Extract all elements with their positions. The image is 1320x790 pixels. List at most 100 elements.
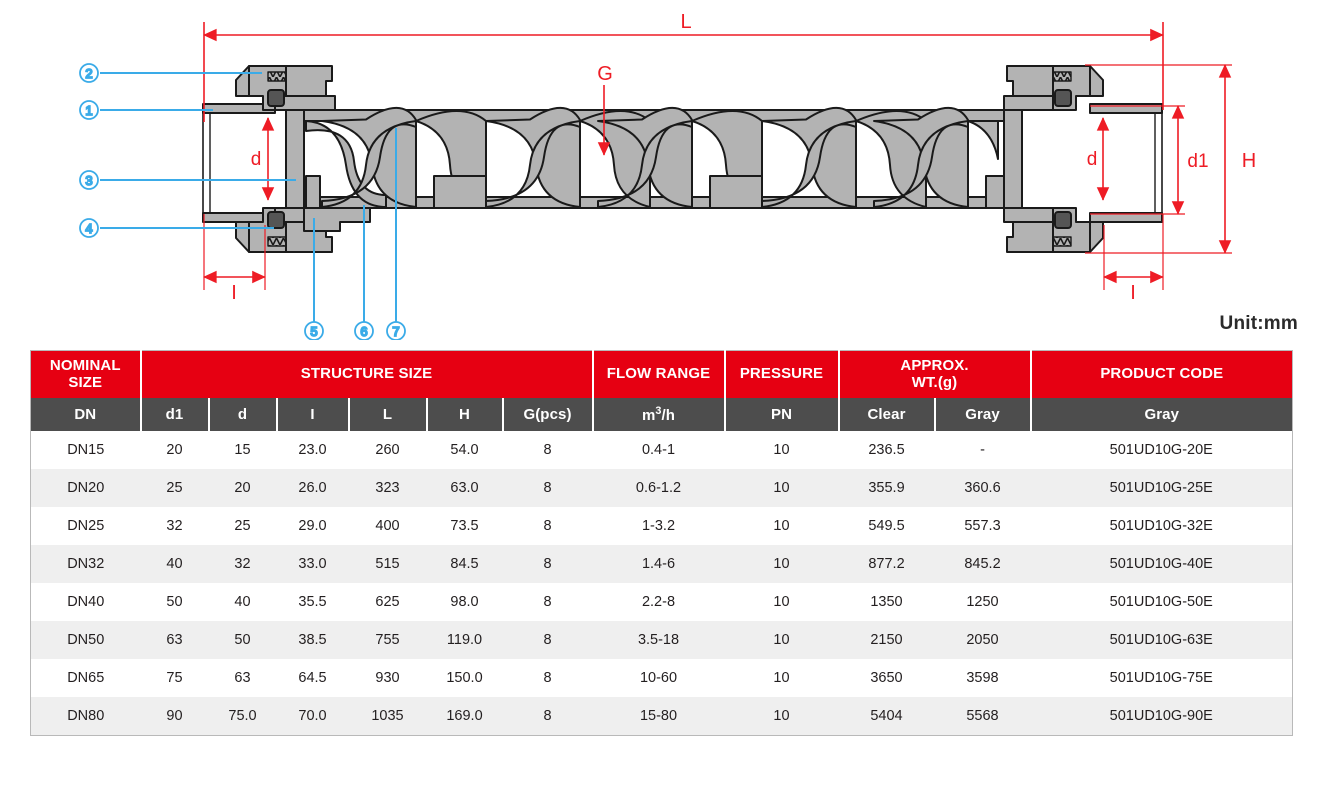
table-row: DN50 63 50 38.5 755 119.0 8 3.5-18 10 2150 2050 501…	[30, 621, 1293, 659]
callout-label-6: 6	[360, 324, 367, 339]
subheader-clear: Clear	[838, 398, 936, 431]
cell-wt-clear: 5404	[870, 708, 903, 724]
subheader-h: H	[426, 398, 504, 431]
cell-g-pcs: 8	[543, 632, 552, 648]
dim-label-L: L	[680, 11, 691, 33]
cell-h: 150.0	[446, 670, 483, 686]
table-row: DN15 20 15 23.0 260 54.0 8 0.4-1 10 236.5 - 501UD10…	[30, 431, 1293, 469]
cell-g-pcs: 8	[543, 670, 552, 686]
page-root: 2 1 3 4 5 6 7 L G d d d1 H I I Unit:mm N…	[0, 0, 1320, 790]
cell-h: 73.5	[450, 518, 479, 534]
cell-dn: DN50	[67, 632, 105, 648]
dim-label-I-right: I	[1130, 282, 1136, 304]
cell-h: 84.5	[450, 556, 479, 572]
cell-product-code: 501UD10G-40E	[1109, 556, 1213, 572]
cell-h: 119.0	[446, 632, 483, 648]
dim-label-d-right: d	[1087, 149, 1098, 170]
cell-l: 260	[375, 442, 400, 458]
cell-h: 63.0	[450, 480, 479, 496]
cell-product-code: 501UD10G-75E	[1109, 670, 1213, 686]
cell-d: 40	[234, 594, 251, 610]
cell-product-code: 501UD10G-20E	[1109, 442, 1213, 458]
cell-d: 25	[234, 518, 251, 534]
cell-pn: 10	[773, 708, 790, 724]
cell-pn: 10	[773, 632, 790, 648]
subheader-g-pcs: G(pcs)	[502, 398, 594, 431]
table-sub-header-row: DN d1 d I L H G(pcs) m3/h PN Clear Gray …	[30, 398, 1293, 431]
callout-label-2: 2	[85, 66, 92, 81]
cell-pn: 10	[773, 442, 790, 458]
technical-drawing: 2 1 3 4 5 6 7 L G d d d1 H I I Unit:mm	[0, 0, 1320, 340]
cell-wt-gray: 2050	[966, 632, 999, 648]
cell-g-pcs: 8	[543, 442, 552, 458]
cell-pn: 10	[773, 594, 790, 610]
cell-product-code: 501UD10G-25E	[1109, 480, 1213, 496]
cell-product-code: 501UD10G-90E	[1109, 708, 1213, 724]
cell-pn: 10	[773, 480, 790, 496]
table-row: DN25 32 25 29.0 400 73.5 8 1-3.2 10 549.5 557.3 501…	[30, 507, 1293, 545]
cell-d: 32	[234, 556, 251, 572]
cell-wt-gray: 845.2	[964, 556, 1001, 572]
cell-l: 930	[375, 670, 400, 686]
cell-product-code: 501UD10G-50E	[1109, 594, 1213, 610]
cell-dn: DN15	[67, 442, 105, 458]
subheader-d: d	[208, 398, 278, 431]
cell-g-pcs: 8	[543, 708, 552, 724]
header-flow-range: FLOW RANGE	[592, 350, 726, 398]
table-row: DN80 90 75.0 70.0 1035 169.0 8 15-80 10 5404 5568 5…	[30, 697, 1293, 736]
table-row: DN20 25 20 26.0 323 63.0 8 0.6-1.2 10 355.9 360.6 5…	[30, 469, 1293, 507]
callout-label-5: 5	[310, 324, 317, 339]
specification-table: NOMINAL SIZE STRUCTURE SIZE FLOW RANGE P…	[30, 350, 1293, 736]
cell-flow-range: 0.4-1	[641, 442, 676, 458]
cell-wt-gray: 1250	[966, 594, 999, 610]
cell-i: 38.5	[298, 632, 327, 648]
cell-wt-clear: 236.5	[868, 442, 905, 458]
cell-g-pcs: 8	[543, 556, 552, 572]
cell-d: 15	[234, 442, 251, 458]
cell-g-pcs: 8	[543, 594, 552, 610]
cell-i: 26.0	[298, 480, 327, 496]
cell-h: 169.0	[446, 708, 483, 724]
cell-d1: 25	[166, 480, 183, 496]
subheader-gray-code: Gray	[1030, 398, 1293, 431]
table-group-header-row: NOMINAL SIZE STRUCTURE SIZE FLOW RANGE P…	[30, 350, 1293, 398]
cell-dn: DN25	[67, 518, 105, 534]
cell-product-code: 501UD10G-32E	[1109, 518, 1213, 534]
cell-dn: DN32	[67, 556, 105, 572]
subheader-l: L	[348, 398, 428, 431]
cell-flow-range: 10-60	[639, 670, 678, 686]
table-row: DN40 50 40 35.5 625 98.0 8 2.2-8 10 1350 1250 501UD…	[30, 583, 1293, 621]
cell-dn: DN65	[67, 670, 105, 686]
cell-d: 50	[234, 632, 251, 648]
subheader-flow-unit: m3/h	[592, 398, 726, 431]
cell-d: 20	[234, 480, 251, 496]
dim-label-d1: d1	[1187, 151, 1208, 172]
cell-wt-gray: 360.6	[964, 480, 1001, 496]
cell-d1: 63	[166, 632, 183, 648]
cell-wt-clear: 877.2	[868, 556, 905, 572]
cell-wt-gray: 3598	[966, 670, 999, 686]
header-approx-weight: APPROX. WT.(g)	[838, 350, 1032, 398]
cell-l: 515	[375, 556, 400, 572]
callout-label-3: 3	[85, 173, 92, 188]
unit-note: Unit:mm	[1219, 313, 1298, 334]
cell-d: 63	[234, 670, 251, 686]
subheader-i: I	[276, 398, 350, 431]
cell-i: 29.0	[298, 518, 327, 534]
cell-h: 54.0	[450, 442, 479, 458]
cell-dn: DN80	[67, 708, 105, 724]
callout-label-4: 4	[85, 221, 92, 236]
cell-dn: DN40	[67, 594, 105, 610]
cell-i: 35.5	[298, 594, 327, 610]
cell-l: 400	[375, 518, 400, 534]
cell-flow-range: 2.2-8	[641, 594, 676, 610]
cell-h: 98.0	[450, 594, 479, 610]
cell-pn: 10	[773, 670, 790, 686]
cell-g-pcs: 8	[543, 480, 552, 496]
cell-i: 64.5	[298, 670, 327, 686]
cell-d1: 40	[166, 556, 183, 572]
cell-g-pcs: 8	[543, 518, 552, 534]
cell-wt-clear: 549.5	[868, 518, 905, 534]
cell-l: 323	[375, 480, 400, 496]
cell-i: 23.0	[298, 442, 327, 458]
